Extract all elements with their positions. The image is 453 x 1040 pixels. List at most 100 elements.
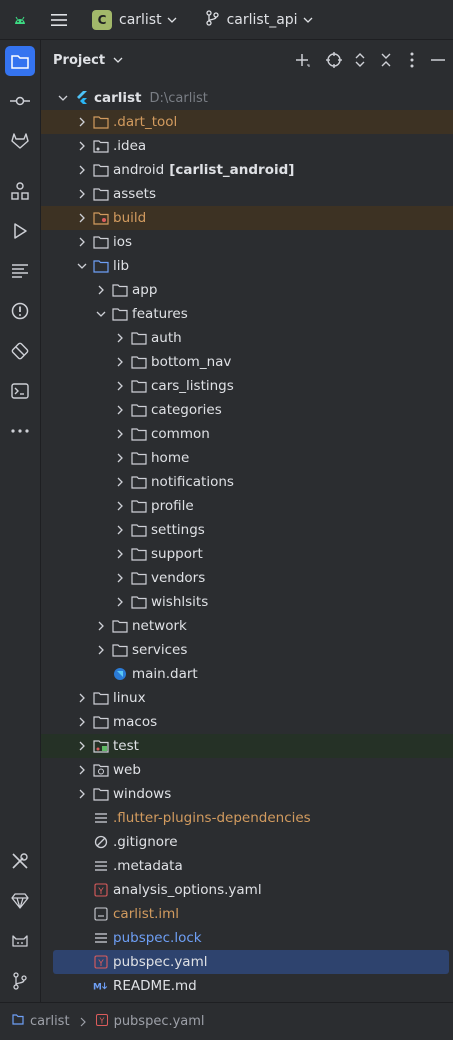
chevron-right-icon[interactable] [74, 162, 90, 178]
tree-item-analysis-options-yaml[interactable]: Yanalysis_options.yaml [41, 878, 453, 902]
chevron-right-icon[interactable] [74, 210, 90, 226]
tree-item-idea[interactable]: .idea [41, 134, 453, 158]
tree-item-windows[interactable]: windows [41, 782, 453, 806]
expand-all-button[interactable] [347, 47, 373, 73]
chevron-down-icon[interactable] [93, 306, 109, 322]
chevron-right-icon[interactable] [112, 402, 128, 418]
breadcrumb-project[interactable]: carlist [30, 1014, 70, 1029]
chevron-right-icon[interactable] [74, 786, 90, 802]
chevron-right-icon[interactable] [112, 426, 128, 442]
project-tool-button[interactable] [5, 46, 35, 76]
tree-item-features[interactable]: features [41, 302, 453, 326]
tree-item-services[interactable]: services [41, 638, 453, 662]
tree-item-vendors[interactable]: vendors [41, 566, 453, 590]
chevron-right-icon[interactable] [74, 138, 90, 154]
tree-item-android[interactable]: android [carlist_android] [41, 158, 453, 182]
locate-file-button[interactable] [321, 47, 347, 73]
text-file-icon [93, 858, 109, 874]
panel-title[interactable]: Project [53, 53, 105, 68]
terminal-tool-button[interactable] [5, 376, 35, 406]
tree-item-web[interactable]: web [41, 758, 453, 782]
chevron-right-icon[interactable] [112, 330, 128, 346]
chevron-right-icon[interactable] [74, 114, 90, 130]
tree-item-common[interactable]: common [41, 422, 453, 446]
run-icon [14, 223, 27, 239]
build-tool-button[interactable] [5, 846, 35, 876]
chevron-right-icon[interactable] [93, 642, 109, 658]
collapse-all-button[interactable] [373, 47, 399, 73]
chevron-right-icon[interactable] [74, 234, 90, 250]
logcat-tool-button[interactable] [5, 256, 35, 286]
gitlab-tool-button[interactable] [5, 126, 35, 156]
chevron-right-icon[interactable] [112, 570, 128, 586]
chevron-down-icon[interactable] [113, 57, 123, 63]
project-selector[interactable]: C carlist [92, 9, 177, 30]
branch-selector[interactable]: carlist_api [205, 9, 313, 30]
options-button[interactable] [399, 47, 425, 73]
chevron-right-icon[interactable] [112, 474, 128, 490]
tree-item-build[interactable]: build [41, 206, 453, 230]
chevron-right-icon[interactable] [74, 186, 90, 202]
chevron-right-icon[interactable] [112, 354, 128, 370]
tree-item-notifications[interactable]: notifications [41, 470, 453, 494]
tree-item-wishlsits[interactable]: wishlsits [41, 590, 453, 614]
tree-root-carlist[interactable]: carlist D:\carlist [41, 86, 453, 110]
tree-item-categories[interactable]: categories [41, 398, 453, 422]
tree-item-readme-md[interactable]: M README.md [41, 974, 453, 998]
gem-tool-button[interactable] [5, 886, 35, 916]
chevron-right-icon[interactable] [74, 762, 90, 778]
tree-item-main-dart[interactable]: main.dart [41, 662, 453, 686]
tree-item-dart-tool[interactable]: .dart_tool [41, 110, 453, 134]
chevron-right-icon[interactable] [74, 714, 90, 730]
tree-item-linux[interactable]: linux [41, 686, 453, 710]
tree-item-test[interactable]: test [41, 734, 453, 758]
tree-item-lib[interactable]: lib [41, 254, 453, 278]
tree-item-carlist-iml[interactable]: carlist.iml [41, 902, 453, 926]
tree-item-flutter-plugins-dependencies[interactable]: .flutter-plugins-dependencies [41, 806, 453, 830]
chevron-down-icon [303, 17, 313, 23]
tree-item-settings[interactable]: settings [41, 518, 453, 542]
tree-item-pubspec-lock[interactable]: pubspec.lock [41, 926, 453, 950]
chevron-right-icon[interactable] [112, 546, 128, 562]
logcat-cat-tool-button[interactable] [5, 926, 35, 956]
tree-item-auth[interactable]: auth [41, 326, 453, 350]
chevron-right-icon[interactable] [112, 522, 128, 538]
problems-tool-button[interactable] [5, 296, 35, 326]
folder-icon [131, 354, 147, 370]
tree-item-assets[interactable]: assets [41, 182, 453, 206]
commit-tool-button[interactable] [5, 86, 35, 116]
chevron-right-icon[interactable] [112, 498, 128, 514]
tree-item-network[interactable]: network [41, 614, 453, 638]
chevron-down-icon[interactable] [55, 90, 71, 106]
more-tools-button[interactable] [5, 416, 35, 446]
structure-tool-button[interactable] [5, 176, 35, 206]
chevron-right-icon[interactable] [74, 738, 90, 754]
tree-item-label: auth [151, 330, 182, 346]
web-folder-icon [93, 762, 109, 778]
chevron-right-icon[interactable] [112, 378, 128, 394]
chevron-right-icon[interactable] [112, 450, 128, 466]
chevron-right-icon[interactable] [112, 594, 128, 610]
tree-item-profile[interactable]: profile [41, 494, 453, 518]
tree-item-home[interactable]: home [41, 446, 453, 470]
tree-item-app[interactable]: app [41, 278, 453, 302]
tree-item-ios[interactable]: ios [41, 230, 453, 254]
tree-item-bottom-nav[interactable]: bottom_nav [41, 350, 453, 374]
hide-panel-button[interactable] [425, 47, 451, 73]
tree-item-metadata[interactable]: .metadata [41, 854, 453, 878]
run-tool-button[interactable] [5, 216, 35, 246]
main-menu-button[interactable] [40, 13, 78, 27]
chevron-right-icon[interactable] [93, 618, 109, 634]
chevron-right-icon[interactable] [93, 282, 109, 298]
tree-item-cars-listings[interactable]: cars_listings [41, 374, 453, 398]
new-file-button[interactable] [289, 47, 315, 73]
tree-item-pubspec-yaml[interactable]: Ypubspec.yaml [53, 950, 449, 974]
chevron-right-icon[interactable] [74, 690, 90, 706]
breadcrumb-file[interactable]: pubspec.yaml [114, 1014, 205, 1029]
chevron-down-icon[interactable] [74, 258, 90, 274]
tree-item-gitignore[interactable]: .gitignore [41, 830, 453, 854]
tree-item-support[interactable]: support [41, 542, 453, 566]
git-tool-button[interactable] [5, 966, 35, 996]
app-inspection-tool-button[interactable] [5, 336, 35, 366]
tree-item-macos[interactable]: macos [41, 710, 453, 734]
